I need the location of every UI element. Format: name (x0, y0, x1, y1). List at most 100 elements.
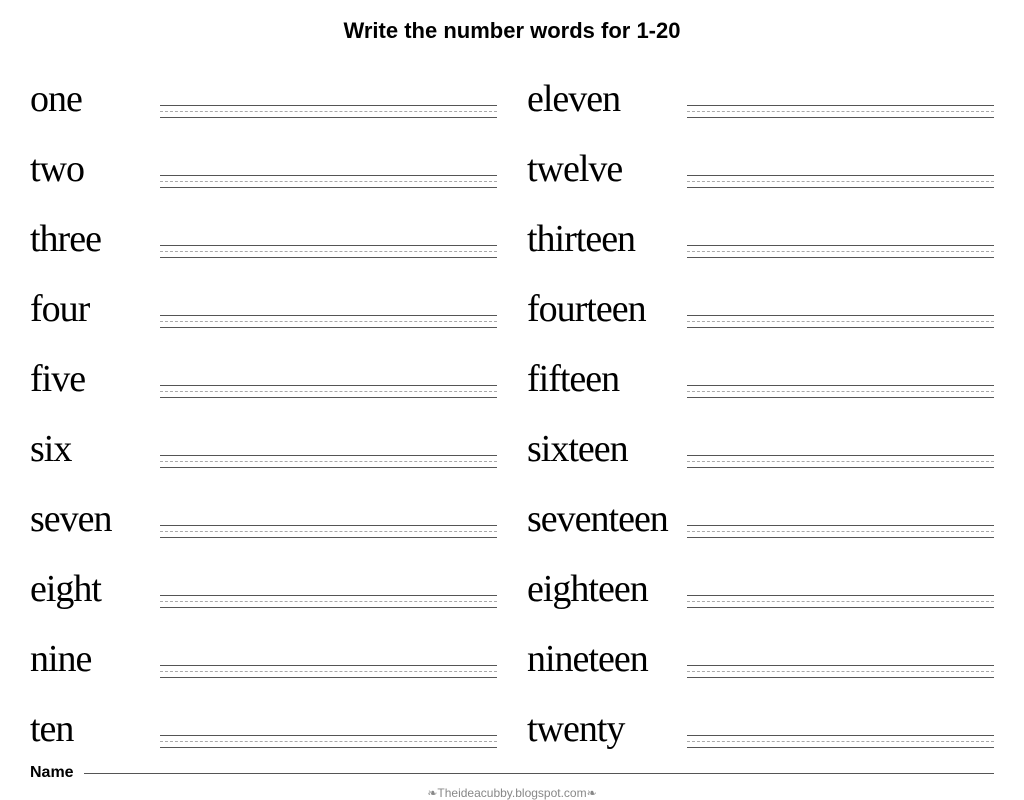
writing-lines-fourteen[interactable] (687, 315, 994, 332)
base-line (160, 607, 497, 608)
base-line (160, 187, 497, 188)
word-row-nineteen: nineteen (527, 614, 994, 682)
word-label-four: four (30, 290, 160, 332)
writing-lines-seventeen[interactable] (687, 525, 994, 542)
top-line (160, 595, 497, 596)
base-line (687, 677, 994, 678)
right-column: eleventwelve thirteen fourteenfifteen sixte… (517, 54, 994, 754)
name-section: Name (30, 760, 994, 782)
word-label-five: five (30, 360, 160, 402)
mid-line (687, 111, 994, 112)
top-line (687, 245, 994, 246)
writing-lines-sixteen[interactable] (687, 455, 994, 472)
writing-lines-thirteen[interactable] (687, 245, 994, 262)
mid-line (160, 251, 497, 252)
left-column: one twothree four five six seven eight nineten (30, 54, 517, 754)
mid-line (160, 181, 497, 182)
word-label-thirteen: thirteen (527, 220, 687, 262)
word-row-eight: eight (30, 544, 497, 612)
word-row-three: three (30, 194, 497, 262)
word-row-thirteen: thirteen (527, 194, 994, 262)
writing-lines-nine[interactable] (160, 665, 497, 682)
top-line (160, 385, 497, 386)
mid-line (160, 741, 497, 742)
worksheet-page: Write the number words for 1-20 onetwoth… (0, 0, 1024, 791)
top-line (160, 455, 497, 456)
word-row-ten: ten (30, 684, 497, 752)
writing-lines-fifteen[interactable] (687, 385, 994, 402)
word-row-twelve: twelve (527, 124, 994, 192)
writing-lines-eleven[interactable] (687, 105, 994, 122)
writing-lines-three[interactable] (160, 245, 497, 262)
mid-line (160, 391, 497, 392)
writing-lines-seven[interactable] (160, 525, 497, 542)
base-line (160, 117, 497, 118)
mid-line (687, 251, 994, 252)
word-label-two: two (30, 150, 160, 192)
mid-line (687, 461, 994, 462)
name-line[interactable] (84, 773, 994, 774)
writing-lines-eight[interactable] (160, 595, 497, 612)
mid-line (687, 671, 994, 672)
word-label-eight: eight (30, 570, 160, 612)
word-row-fourteen: fourteen (527, 264, 994, 332)
base-line (687, 607, 994, 608)
word-label-one: one (30, 80, 160, 122)
writing-lines-six[interactable] (160, 455, 497, 472)
word-row-two: two (30, 124, 497, 192)
base-line (687, 187, 994, 188)
mid-line (687, 321, 994, 322)
base-line (160, 257, 497, 258)
writing-lines-one[interactable] (160, 105, 497, 122)
writing-lines-four[interactable] (160, 315, 497, 332)
writing-lines-nineteen[interactable] (687, 665, 994, 682)
word-row-six: six (30, 404, 497, 472)
word-label-seventeen: seventeen (527, 500, 687, 542)
mid-line (687, 741, 994, 742)
writing-lines-ten[interactable] (160, 735, 497, 752)
word-label-seven: seven (30, 500, 160, 542)
base-line (687, 117, 994, 118)
mid-line (160, 461, 497, 462)
top-line (687, 665, 994, 666)
top-line (160, 735, 497, 736)
page-title: Write the number words for 1-20 (30, 18, 994, 44)
word-label-sixteen: sixteen (527, 430, 687, 472)
top-line (160, 245, 497, 246)
word-label-eleven: eleven (527, 80, 687, 122)
top-line (160, 665, 497, 666)
word-label-six: six (30, 430, 160, 472)
top-line (687, 175, 994, 176)
mid-line (687, 601, 994, 602)
word-row-four: four (30, 264, 497, 332)
mid-line (160, 321, 497, 322)
base-line (160, 467, 497, 468)
writing-lines-twenty[interactable] (687, 735, 994, 752)
base-line (687, 747, 994, 748)
top-line (160, 525, 497, 526)
word-label-fourteen: fourteen (527, 290, 687, 332)
writing-lines-twelve[interactable] (687, 175, 994, 192)
content-area: onetwothreefourfivesixseveneightnineten … (30, 54, 994, 754)
name-label: Name (30, 764, 74, 782)
word-row-sixteen: sixteen (527, 404, 994, 472)
word-label-nine: nine (30, 640, 160, 682)
mid-line (160, 111, 497, 112)
word-row-eighteen: eighteen (527, 544, 994, 612)
top-line (160, 175, 497, 176)
writing-lines-eighteen[interactable] (687, 595, 994, 612)
writing-lines-two[interactable] (160, 175, 497, 192)
mid-line (687, 391, 994, 392)
base-line (687, 327, 994, 328)
mid-line (160, 601, 497, 602)
writing-lines-five[interactable] (160, 385, 497, 402)
word-row-fifteen: fifteen (527, 334, 994, 402)
base-line (687, 257, 994, 258)
top-line (687, 455, 994, 456)
top-line (687, 525, 994, 526)
base-line (687, 537, 994, 538)
top-line (687, 385, 994, 386)
footer-text: ❧Theideacubby.blogspot.com❧ (30, 786, 994, 800)
word-row-eleven: eleven (527, 54, 994, 122)
top-line (687, 105, 994, 106)
